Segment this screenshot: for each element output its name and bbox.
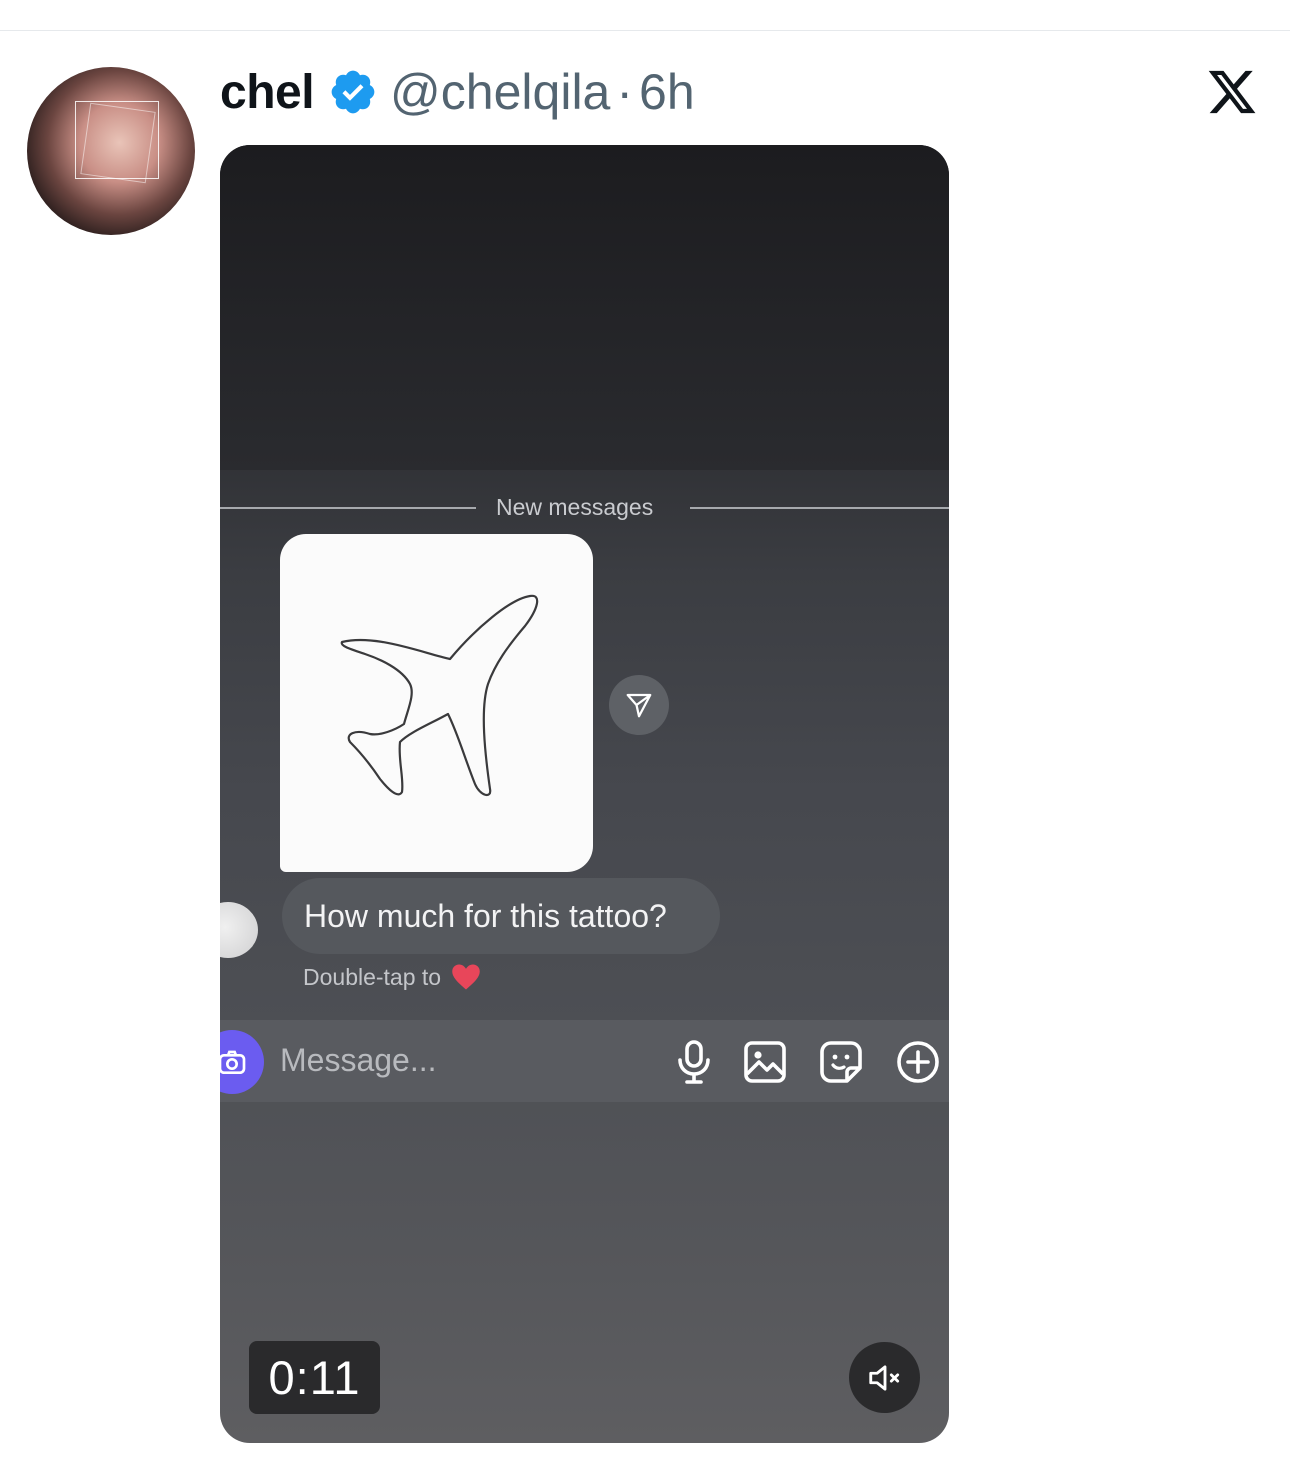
muted-speaker-icon	[868, 1364, 899, 1391]
verified-badge-icon	[331, 70, 375, 114]
image-icon[interactable]	[741, 1038, 789, 1086]
double-tap-label: Double-tap to	[303, 963, 442, 990]
divider-line-right	[690, 507, 949, 509]
display-name[interactable]: chel	[220, 65, 315, 120]
image-message	[280, 534, 593, 872]
video-duration: 0:11	[249, 1341, 380, 1414]
avatar[interactable]	[27, 67, 195, 235]
post-time[interactable]: 6h	[639, 63, 695, 121]
send-icon	[626, 693, 652, 718]
video-dark-area	[220, 145, 949, 470]
avatar-frame-inner	[80, 102, 156, 184]
camera-icon	[220, 1050, 246, 1074]
message-input[interactable]: Message...	[280, 1042, 437, 1079]
separator-dot: ·	[616, 64, 634, 120]
duration-text: 0:11	[268, 1351, 361, 1404]
new-messages-label: New messages	[496, 494, 654, 520]
video-player[interactable]: New messages How much for this tattoo? D…	[220, 145, 949, 1443]
user-handle[interactable]: @chelqila	[390, 63, 610, 121]
top-divider	[0, 30, 1290, 31]
text-message: How much for this tattoo?	[282, 878, 720, 954]
x-logo-icon[interactable]	[1206, 66, 1258, 118]
sticker-icon[interactable]	[817, 1038, 865, 1086]
microphone-icon[interactable]	[670, 1038, 718, 1086]
double-tap-hint: Double-tap to	[303, 963, 481, 991]
share-button[interactable]	[609, 675, 669, 735]
airplane-drawing	[340, 594, 539, 797]
heart-icon	[452, 964, 480, 990]
plus-circle-icon[interactable]	[894, 1038, 942, 1086]
post-header: chel @chelqila · 6h	[220, 62, 695, 122]
sender-avatar	[220, 902, 258, 958]
mute-button[interactable]	[849, 1342, 920, 1413]
divider-line-left	[220, 507, 476, 509]
message-text: How much for this tattoo?	[304, 897, 667, 934]
